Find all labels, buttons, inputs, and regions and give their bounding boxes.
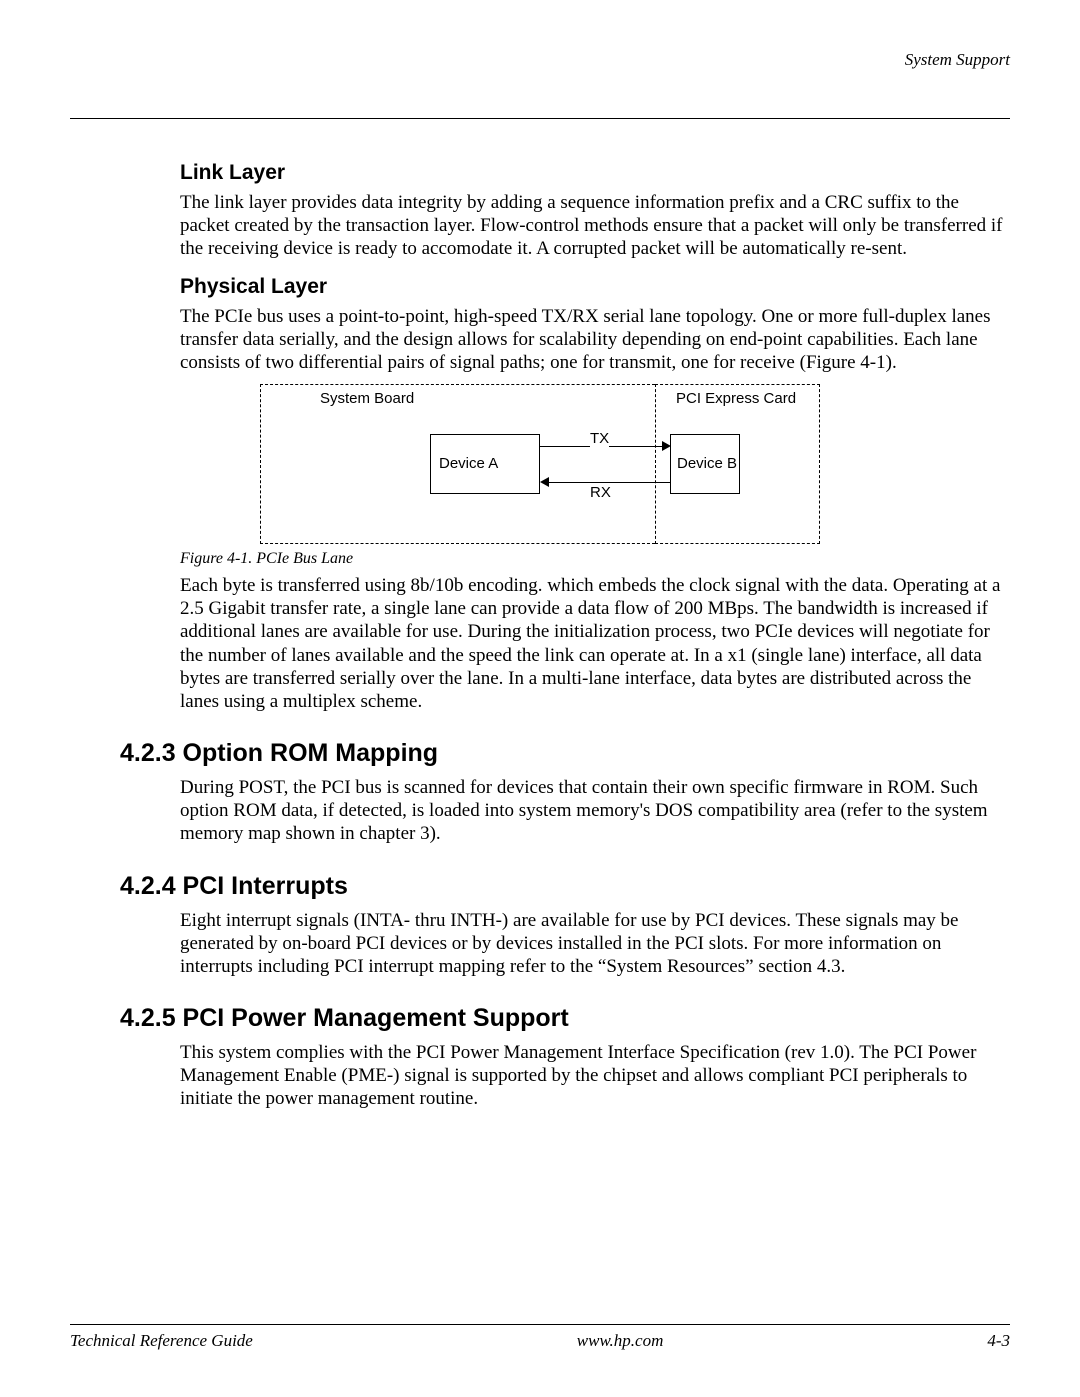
- footer-row: Technical Reference Guide www.hp.com 4-3: [70, 1331, 1010, 1351]
- arrow-tx-head: [662, 441, 671, 451]
- paragraph-link-layer: The link layer provides data integrity b…: [180, 191, 1010, 261]
- paragraph-pci-interrupts: Eight interrupt signals (INTA- thru INTH…: [180, 909, 1010, 979]
- label-tx: TX: [590, 430, 609, 447]
- page-header: System Support: [70, 50, 1010, 90]
- heading-option-rom-mapping: 4.2.3 Option ROM Mapping: [120, 739, 1010, 768]
- box-device-b: Device B: [670, 434, 740, 494]
- footer-right: 4-3: [987, 1331, 1010, 1351]
- label-rx: RX: [590, 484, 611, 501]
- label-pci-express-card: PCI Express Card: [676, 390, 796, 407]
- header-section-name: System Support: [905, 50, 1010, 70]
- heading-pci-power-management: 4.2.5 PCI Power Management Support: [120, 1004, 1010, 1033]
- label-device-b: Device B: [677, 455, 737, 472]
- page: System Support Link Layer The link layer…: [0, 0, 1080, 1397]
- label-system-board: System Board: [320, 390, 414, 407]
- figure-pcie-bus-lane: System Board PCI Express Card Device A D…: [180, 384, 1010, 544]
- paragraph-pci-power-management: This system complies with the PCI Power …: [180, 1041, 1010, 1111]
- arrow-rx-head: [540, 477, 549, 487]
- footer-left: Technical Reference Guide: [70, 1331, 253, 1351]
- box-device-a: Device A: [430, 434, 540, 494]
- label-device-a: Device A: [439, 455, 498, 472]
- figure-caption: Figure 4-1. PCIe Bus Lane: [180, 550, 1010, 568]
- arrow-rx-line: [548, 482, 670, 483]
- paragraph-physical-layer-after: Each byte is transferred using 8b/10b en…: [180, 574, 1010, 713]
- page-footer: Technical Reference Guide www.hp.com 4-3: [70, 1324, 1010, 1351]
- paragraph-option-rom: During POST, the PCI bus is scanned for …: [180, 776, 1010, 846]
- heading-link-layer: Link Layer: [180, 161, 1010, 185]
- footer-rule: [70, 1324, 1010, 1325]
- heading-physical-layer: Physical Layer: [180, 275, 1010, 299]
- heading-pci-interrupts: 4.2.4 PCI Interrupts: [120, 872, 1010, 901]
- footer-center: www.hp.com: [577, 1331, 664, 1351]
- paragraph-physical-layer-intro: The PCIe bus uses a point-to-point, high…: [180, 305, 1010, 375]
- diagram-pcie-lane: System Board PCI Express Card Device A D…: [260, 384, 820, 544]
- content-area: Link Layer The link layer provides data …: [70, 119, 1010, 1111]
